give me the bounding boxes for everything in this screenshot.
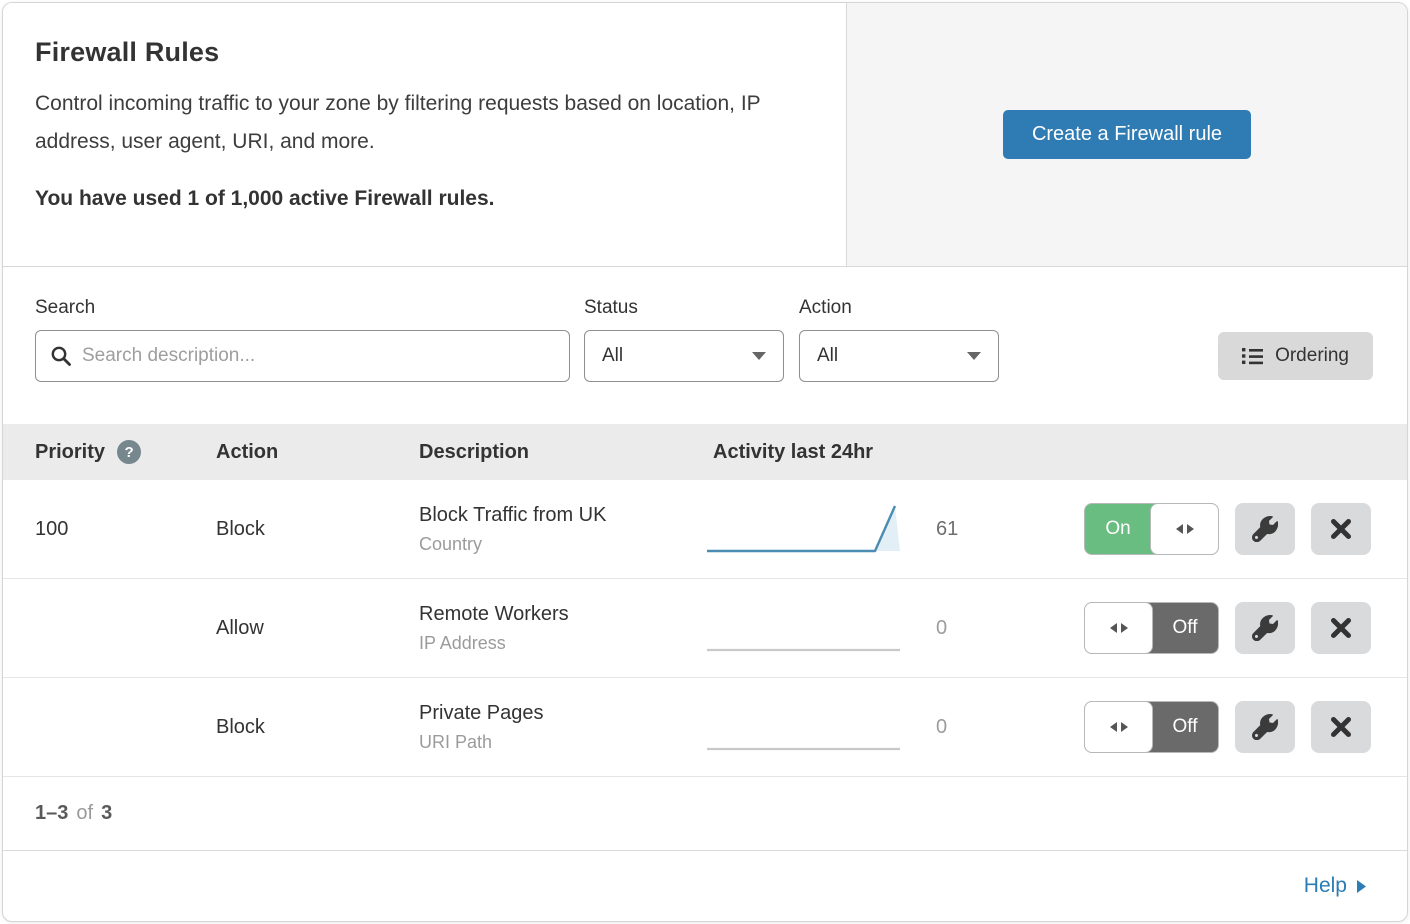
- search-icon: [50, 345, 72, 367]
- action-label: Action: [799, 297, 999, 319]
- status-filter: Status All: [584, 297, 784, 382]
- hero-section: Firewall Rules Control incoming traffic …: [3, 3, 1407, 267]
- table-header: Priority ? Action Description Activity l…: [3, 424, 1407, 480]
- priority-value: 100: [35, 518, 216, 541]
- column-header-priority: Priority ?: [35, 440, 216, 464]
- ordering-button[interactable]: Ordering: [1218, 332, 1373, 380]
- wrench-icon: [1252, 516, 1278, 542]
- rule-enabled-toggle[interactable]: Off: [1084, 602, 1219, 654]
- activity-cell: 0: [703, 599, 1084, 657]
- description-cell: Remote Workers IP Address: [419, 603, 703, 654]
- wrench-icon: [1252, 714, 1278, 740]
- pagination-of-label: of: [76, 802, 93, 825]
- rule-type: Country: [419, 534, 703, 555]
- status-select[interactable]: All: [584, 330, 784, 382]
- description-cell: Block Traffic from UK Country: [419, 504, 703, 555]
- pagination-bar: 1–3 of 3: [3, 777, 1407, 850]
- wrench-icon: [1252, 615, 1278, 641]
- activity-sparkline: [703, 698, 908, 756]
- rule-enabled-toggle[interactable]: Off: [1084, 701, 1219, 753]
- toggle-handle-icon: [1150, 503, 1219, 555]
- activity-count: 0: [936, 617, 947, 640]
- help-bar: Help: [3, 850, 1407, 921]
- ordered-list-icon: [1242, 346, 1263, 366]
- toggle-handle-icon: [1084, 602, 1153, 654]
- action-select-value: All: [817, 345, 838, 367]
- usage-note: You have used 1 of 1,000 active Firewall…: [35, 187, 806, 211]
- search-input[interactable]: [82, 345, 555, 367]
- rule-description: Private Pages: [419, 702, 703, 725]
- table-row: Block Private Pages URI Path 0 Off: [3, 678, 1407, 777]
- description-cell: Private Pages URI Path: [419, 702, 703, 753]
- pagination-total: 3: [101, 802, 112, 825]
- toggle-handle-icon: [1084, 701, 1153, 753]
- search-input-container: [35, 330, 570, 382]
- action-filter: Action All: [799, 297, 999, 382]
- hero-action-panel: Create a Firewall rule: [847, 3, 1407, 266]
- pagination-range: 1–3: [35, 802, 68, 825]
- action-select[interactable]: All: [799, 330, 999, 382]
- create-firewall-rule-button[interactable]: Create a Firewall rule: [1003, 110, 1251, 159]
- edit-rule-button[interactable]: [1235, 602, 1295, 654]
- rule-enabled-toggle[interactable]: On: [1084, 503, 1219, 555]
- arrow-right-icon: [1356, 879, 1367, 894]
- action-value: Block: [216, 716, 419, 739]
- page-title: Firewall Rules: [35, 37, 806, 68]
- toggle-state-label: Off: [1152, 603, 1218, 653]
- page-description: Control incoming traffic to your zone by…: [35, 85, 800, 161]
- hero-text-block: Firewall Rules Control incoming traffic …: [3, 3, 847, 266]
- rule-description: Remote Workers: [419, 603, 703, 626]
- filter-bar: Search Status All Action All: [3, 267, 1407, 424]
- chevron-down-icon: [967, 352, 981, 360]
- activity-sparkline: [703, 500, 908, 558]
- activity-cell: 0: [703, 698, 1084, 756]
- row-controls: Off: [1084, 701, 1371, 753]
- status-label: Status: [584, 297, 784, 319]
- row-controls: Off: [1084, 602, 1371, 654]
- delete-rule-button[interactable]: [1311, 701, 1371, 753]
- x-icon: [1329, 616, 1353, 640]
- toggle-state-label: On: [1085, 504, 1151, 554]
- action-value: Allow: [216, 617, 419, 640]
- edit-rule-button[interactable]: [1235, 503, 1295, 555]
- table-row: Allow Remote Workers IP Address 0 Off: [3, 579, 1407, 678]
- rule-type: URI Path: [419, 732, 703, 753]
- search-label: Search: [35, 297, 570, 319]
- column-header-action: Action: [216, 441, 419, 464]
- x-icon: [1329, 517, 1353, 541]
- edit-rule-button[interactable]: [1235, 701, 1295, 753]
- rule-type: IP Address: [419, 633, 703, 654]
- search-filter: Search: [35, 297, 570, 382]
- x-icon: [1329, 715, 1353, 739]
- rule-description: Block Traffic from UK: [419, 504, 703, 527]
- ordering-button-label: Ordering: [1275, 345, 1349, 367]
- activity-count: 61: [936, 518, 958, 541]
- activity-count: 0: [936, 716, 947, 739]
- toggle-state-label: Off: [1152, 702, 1218, 752]
- help-link-label: Help: [1304, 874, 1347, 898]
- column-header-description: Description: [419, 441, 703, 464]
- column-header-activity: Activity last 24hr: [703, 441, 1407, 464]
- chevron-down-icon: [752, 352, 766, 360]
- action-value: Block: [216, 518, 419, 541]
- delete-rule-button[interactable]: [1311, 503, 1371, 555]
- activity-sparkline: [703, 599, 908, 657]
- status-select-value: All: [602, 345, 623, 367]
- table-row: 100 Block Block Traffic from UK Country …: [3, 480, 1407, 579]
- delete-rule-button[interactable]: [1311, 602, 1371, 654]
- activity-cell: 61: [703, 500, 1084, 558]
- row-controls: On: [1084, 503, 1371, 555]
- help-question-icon[interactable]: ?: [117, 440, 141, 464]
- firewall-rules-panel: Firewall Rules Control incoming traffic …: [2, 2, 1408, 922]
- help-link[interactable]: Help: [1304, 874, 1367, 898]
